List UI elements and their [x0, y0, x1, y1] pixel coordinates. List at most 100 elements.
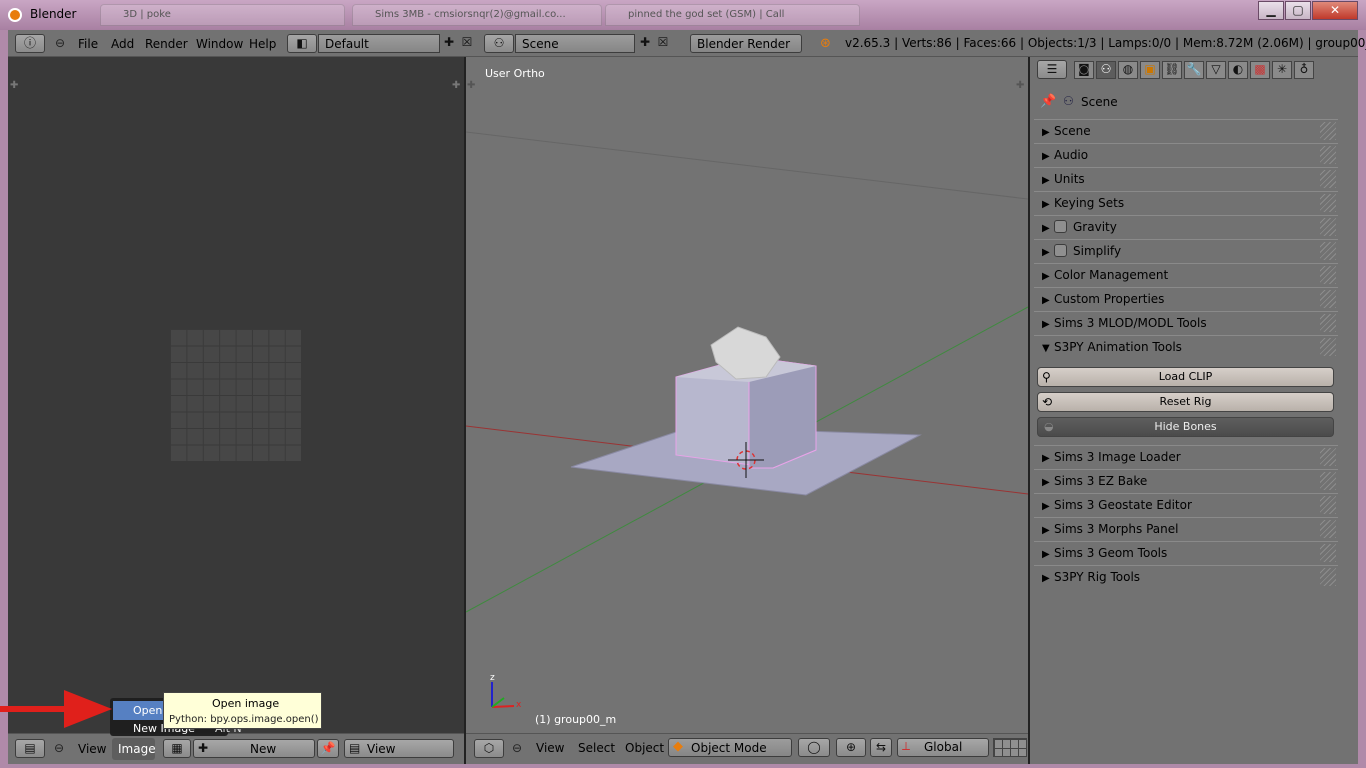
minimize-button[interactable]: ▁	[1258, 1, 1284, 20]
editor-type-properties-button[interactable]: ☰	[1037, 60, 1067, 79]
background-tab-1[interactable]: 3D | poke	[100, 4, 345, 26]
panel-custom-properties[interactable]: ▶ Custom Properties	[1034, 287, 1338, 310]
panel-sims3-image-loader[interactable]: ▶ Sims 3 Image Loader	[1034, 445, 1338, 468]
panel-s3py-rig-tools[interactable]: ▶ S3PY Rig Tools	[1034, 565, 1338, 588]
image-view-mode-select[interactable]: ▤ View	[344, 739, 454, 758]
hide-bones-button[interactable]: ◒ Hide Bones	[1037, 417, 1334, 437]
close-button[interactable]: ✕	[1312, 1, 1358, 20]
viewport-shading-select[interactable]: ◯	[798, 738, 830, 757]
reset-rig-button[interactable]: ⟲ Reset Rig	[1037, 392, 1334, 412]
layers-grid[interactable]	[993, 738, 1027, 757]
collapse-menu-icon[interactable]: ⊖	[54, 741, 64, 755]
screen-layout-button[interactable]: ◧	[287, 34, 317, 53]
material-tab-icon[interactable]: ◐	[1228, 61, 1248, 79]
object-tab-icon[interactable]: ▣	[1140, 61, 1160, 79]
drag-grip-icon[interactable]	[1320, 338, 1336, 356]
panel-color-management[interactable]: ▶ Color Management	[1034, 263, 1338, 286]
drag-grip-icon[interactable]	[1320, 146, 1336, 164]
panel-sims3-morphs[interactable]: ▶ Sims 3 Morphs Panel	[1034, 517, 1338, 540]
add-layout-icon[interactable]: ✚	[441, 35, 457, 49]
drag-grip-icon[interactable]	[1320, 314, 1336, 332]
menu-help[interactable]: Help	[249, 37, 276, 51]
menu-object[interactable]: Object	[625, 741, 664, 755]
menu-add[interactable]: Add	[111, 37, 134, 51]
delete-scene-icon[interactable]: ☒	[655, 35, 671, 49]
load-clip-button[interactable]: ⚲ Load CLIP	[1037, 367, 1334, 387]
pivot-point-select[interactable]: ⊕	[836, 738, 866, 757]
screen-layout-field[interactable]: Default	[318, 34, 440, 53]
world-tab-icon[interactable]: ◍	[1118, 61, 1138, 79]
delete-layout-icon[interactable]: ☒	[459, 35, 475, 49]
area-corner-icon[interactable]: ✚	[467, 80, 475, 91]
panel-sims3-ez-bake[interactable]: ▶ Sims 3 EZ Bake	[1034, 469, 1338, 492]
drag-grip-icon[interactable]	[1320, 218, 1336, 236]
physics-tab-icon[interactable]: ♁	[1294, 61, 1314, 79]
background-tab-3[interactable]: pinned the god set (GSM) | Call	[605, 4, 860, 26]
menu-view[interactable]: View	[536, 741, 564, 755]
panel-label: Scene	[1054, 124, 1091, 138]
area-corner-icon[interactable]: ✚	[1016, 80, 1024, 91]
gravity-checkbox[interactable]	[1054, 220, 1067, 233]
data-tab-icon[interactable]: ▽	[1206, 61, 1226, 79]
menu-render[interactable]: Render	[145, 37, 188, 51]
manipulator-toggle[interactable]: ⇆	[870, 738, 892, 757]
menu-view[interactable]: View	[78, 742, 106, 756]
area-corner-icon[interactable]: ✚	[452, 80, 460, 91]
browse-image-button[interactable]: ▦	[163, 739, 191, 758]
menu-select[interactable]: Select	[578, 741, 615, 755]
drag-grip-icon[interactable]	[1320, 170, 1336, 188]
drag-grip-icon[interactable]	[1320, 290, 1336, 308]
drag-grip-icon[interactable]	[1320, 448, 1336, 466]
modifiers-tab-icon[interactable]: 🔧	[1184, 61, 1204, 79]
panel-sims3-mlod-tools[interactable]: ▶ Sims 3 MLOD/MODL Tools	[1034, 311, 1338, 334]
scene-selector-button[interactable]: ⚇	[484, 34, 514, 53]
drag-grip-icon[interactable]	[1320, 568, 1336, 586]
editor-type-3d-button[interactable]: ⬡	[474, 739, 504, 758]
menu-item-open[interactable]: Open	[113, 701, 163, 720]
area-corner-icon[interactable]: ✚	[10, 80, 18, 91]
particles-tab-icon[interactable]: ✳	[1272, 61, 1292, 79]
texture-tab-icon[interactable]: ▩	[1250, 61, 1270, 79]
drag-grip-icon[interactable]	[1320, 242, 1336, 260]
menu-file[interactable]: File	[78, 37, 98, 51]
panel-sims3-geom-tools[interactable]: ▶ Sims 3 Geom Tools	[1034, 541, 1338, 564]
3d-viewport[interactable]: z x	[466, 57, 1028, 733]
editor-type-image-button[interactable]: ▤	[15, 739, 45, 758]
panel-keying-sets[interactable]: ▶ Keying Sets	[1034, 191, 1338, 214]
transform-orientation-select[interactable]: Global	[897, 738, 989, 757]
drag-grip-icon[interactable]	[1320, 472, 1336, 490]
constraints-tab-icon[interactable]: ⛓	[1162, 61, 1182, 79]
menu-image[interactable]: Image	[118, 742, 156, 756]
drag-grip-icon[interactable]	[1320, 544, 1336, 562]
panel-simplify[interactable]: ▶ Simplify	[1034, 239, 1338, 262]
panel-audio[interactable]: ▶ Audio	[1034, 143, 1338, 166]
panel-gravity[interactable]: ▶ Gravity	[1034, 215, 1338, 238]
drag-grip-icon[interactable]	[1320, 122, 1336, 140]
drag-grip-icon[interactable]	[1320, 520, 1336, 538]
panel-scene[interactable]: ▶ Scene	[1034, 119, 1338, 142]
drag-grip-icon[interactable]	[1320, 496, 1336, 514]
interaction-mode-select[interactable]: Object Mode	[668, 738, 792, 757]
new-image-button[interactable]: ✚ New	[193, 739, 315, 758]
editor-type-info-button[interactable]: ⓘ	[15, 34, 45, 53]
panel-s3py-animation-tools[interactable]: ▼ S3PY Animation Tools	[1034, 335, 1338, 358]
menu-window[interactable]: Window	[196, 37, 243, 51]
simplify-checkbox[interactable]	[1054, 244, 1067, 257]
panel-sims3-geostate-editor[interactable]: ▶ Sims 3 Geostate Editor	[1034, 493, 1338, 516]
collapse-menu-icon[interactable]: ⊖	[512, 741, 522, 755]
pin-icon[interactable]: 📌	[1040, 94, 1056, 109]
render-engine-select[interactable]: Blender Render	[690, 34, 802, 53]
maximize-button[interactable]: ▢	[1285, 1, 1311, 20]
manipulator-icon: ⇆	[875, 740, 887, 754]
pin-image-button[interactable]: 📌	[317, 739, 339, 758]
panel-units[interactable]: ▶ Units	[1034, 167, 1338, 190]
add-scene-icon[interactable]: ✚	[637, 35, 653, 49]
panel-label: Sims 3 Geom Tools	[1054, 546, 1168, 560]
drag-grip-icon[interactable]	[1320, 266, 1336, 284]
scene-tab-icon[interactable]: ⚇	[1096, 61, 1116, 79]
background-tab-2[interactable]: Sims 3MB - cmsiorsnqr(2)@gmail.co...	[352, 4, 602, 26]
collapse-menu-icon[interactable]: ⊖	[55, 36, 65, 50]
drag-grip-icon[interactable]	[1320, 194, 1336, 212]
render-tab-icon[interactable]: ◙	[1074, 61, 1094, 79]
scene-field[interactable]: Scene	[515, 34, 635, 53]
